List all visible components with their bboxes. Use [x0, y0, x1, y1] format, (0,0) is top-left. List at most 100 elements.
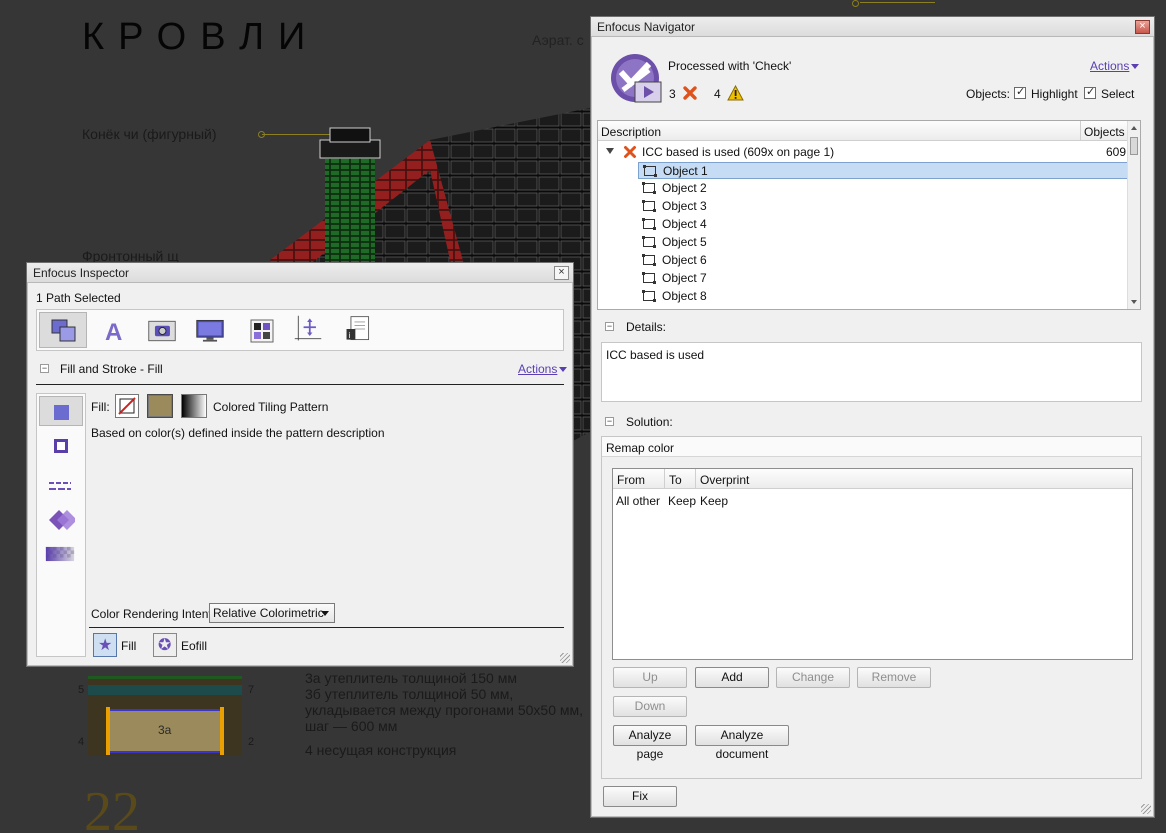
inspector-title: Enfocus Inspector [33, 266, 130, 280]
issue-count: 609 [1106, 145, 1127, 159]
object-row[interactable]: Object 5 [638, 234, 1130, 251]
object-row[interactable]: Object 6 [638, 252, 1130, 269]
selected-path[interactable]: 3а [106, 709, 224, 753]
image-icon[interactable] [147, 316, 177, 346]
document-icon[interactable]: i [343, 314, 373, 344]
fill-gradient-swatch[interactable] [181, 394, 207, 418]
leader-dot-top [852, 0, 859, 7]
tree-scrollbar[interactable] [1127, 121, 1140, 309]
remap-table: From To Overprint All other Keep Keep [612, 468, 1133, 660]
fill-none-swatch[interactable] [115, 394, 139, 418]
details-title: Details: [626, 320, 667, 334]
issue-row[interactable]: ICC based is used (609x on page 1) 609 [598, 143, 1128, 161]
path-object-icon [642, 254, 656, 266]
resize-grip-icon[interactable] [1141, 804, 1151, 814]
results-tree: Description Objects ICC based is used (6… [597, 120, 1141, 310]
rendering-intent-select[interactable]: Relative Colorimetric [209, 603, 335, 623]
solution-title: Solution: [626, 415, 673, 429]
fix-button[interactable]: Fix [603, 786, 677, 807]
remove-button[interactable]: Remove [857, 667, 931, 688]
column-overprint[interactable]: Overprint [700, 473, 749, 487]
transparency-grid-icon[interactable] [45, 542, 75, 566]
analyze-document-button[interactable]: Analyze document [695, 725, 789, 761]
analyze-page-button[interactable]: Analyze page [613, 725, 687, 761]
svg-text:A: A [105, 319, 122, 346]
position-icon[interactable] [293, 314, 323, 344]
highlight-checkbox[interactable] [1014, 85, 1026, 99]
blend-diamond-icon[interactable] [45, 508, 75, 532]
fill-pattern-swatch[interactable] [147, 394, 173, 418]
remap-to: Keep [668, 494, 697, 508]
leader-line-top [860, 2, 935, 3]
eofill-mode-button[interactable]: ✪ [153, 633, 177, 657]
column-from[interactable]: From [617, 473, 645, 487]
navigator-title: Enfocus Navigator [597, 20, 696, 34]
check-logo-icon [611, 54, 662, 103]
svg-text:i: i [349, 331, 351, 340]
side-fill-tab[interactable] [39, 396, 83, 426]
change-button[interactable]: Change [776, 667, 850, 688]
inspector-actions-menu[interactable]: Actions [518, 362, 568, 376]
error-count: 3 [669, 87, 676, 101]
objects-label: Objects: [966, 87, 1011, 101]
monitor-icon[interactable] [195, 316, 225, 346]
error-x-icon [624, 146, 636, 158]
scrollbar-thumb[interactable] [1130, 137, 1138, 155]
rendering-intent-value: Relative Colorimetric [213, 606, 324, 620]
warning-count: 4 [714, 87, 721, 101]
error-x-icon [683, 86, 697, 100]
rendering-intent-label: Color Rendering Intent: [91, 607, 216, 621]
object-row[interactable]: Object 7 [638, 270, 1130, 287]
object-row[interactable]: Object 8 [638, 288, 1130, 305]
object-label: Object 8 [662, 289, 707, 303]
fill-square-icon [54, 405, 69, 420]
detail-label: 3а [158, 723, 172, 737]
navigator-close-button[interactable]: × [1135, 20, 1150, 34]
details-collapse-toggle[interactable]: − [605, 322, 614, 331]
remap-from: All other [616, 494, 661, 508]
stroke-square-icon[interactable] [54, 439, 68, 453]
object-row[interactable]: Object 1 [638, 162, 1130, 179]
resize-grip-icon[interactable] [560, 653, 570, 663]
scroll-up-icon[interactable] [1131, 126, 1137, 130]
solution-collapse-toggle[interactable]: − [605, 417, 614, 426]
add-button[interactable]: Add [695, 667, 769, 688]
inspector-close-button[interactable]: × [554, 266, 569, 280]
details-text: ICC based is used [606, 348, 705, 362]
navigator-actions-menu[interactable]: Actions [1090, 59, 1140, 73]
dash-lines-icon[interactable] [45, 474, 75, 498]
object-row[interactable]: Object 2 [638, 180, 1130, 197]
fill-description: Based on color(s) defined inside the pat… [91, 426, 385, 440]
down-button[interactable]: Down [613, 696, 687, 717]
inspector-toolbar: A i [36, 309, 564, 351]
object-row[interactable]: Object 3 [638, 198, 1130, 215]
column-to[interactable]: To [669, 473, 682, 487]
column-description[interactable]: Description [601, 125, 661, 139]
object-row[interactable]: Object 4 [638, 216, 1130, 233]
tab-fill-stroke[interactable] [39, 312, 87, 348]
select-checkbox[interactable] [1084, 85, 1096, 99]
processed-status: Processed with 'Check' [668, 59, 792, 73]
legend-line-2: 3б утеплитель толщиной 50 мм, [305, 686, 514, 702]
warning-icon [727, 85, 744, 101]
star-icon: ★ [98, 637, 113, 654]
detail-num-right-1: 7 [248, 684, 255, 696]
legend-line-3: укладывается между прогонами 50х50 мм, [305, 702, 584, 718]
path-object-icon [643, 165, 657, 177]
fill-mode-button[interactable]: ★ [93, 633, 117, 657]
navigator-titlebar[interactable]: Enfocus Navigator × [591, 17, 1154, 37]
column-objects[interactable]: Objects [1084, 125, 1125, 139]
select-label: Select [1101, 87, 1135, 101]
text-icon[interactable]: A [99, 316, 129, 346]
up-button[interactable]: Up [613, 667, 687, 688]
scroll-down-icon[interactable] [1131, 300, 1137, 304]
tree-header: Description Objects [598, 121, 1128, 141]
inspector-titlebar[interactable]: Enfocus Inspector × [27, 263, 573, 283]
remap-row[interactable]: All other Keep Keep [613, 492, 1132, 510]
separations-icon[interactable] [247, 316, 277, 346]
object-label: Object 6 [662, 253, 707, 267]
legend-line-4: шаг — 600 мм [305, 718, 398, 734]
path-object-icon [642, 290, 656, 302]
expand-triangle-icon[interactable] [606, 148, 614, 154]
section-collapse-toggle[interactable]: − [40, 364, 49, 373]
